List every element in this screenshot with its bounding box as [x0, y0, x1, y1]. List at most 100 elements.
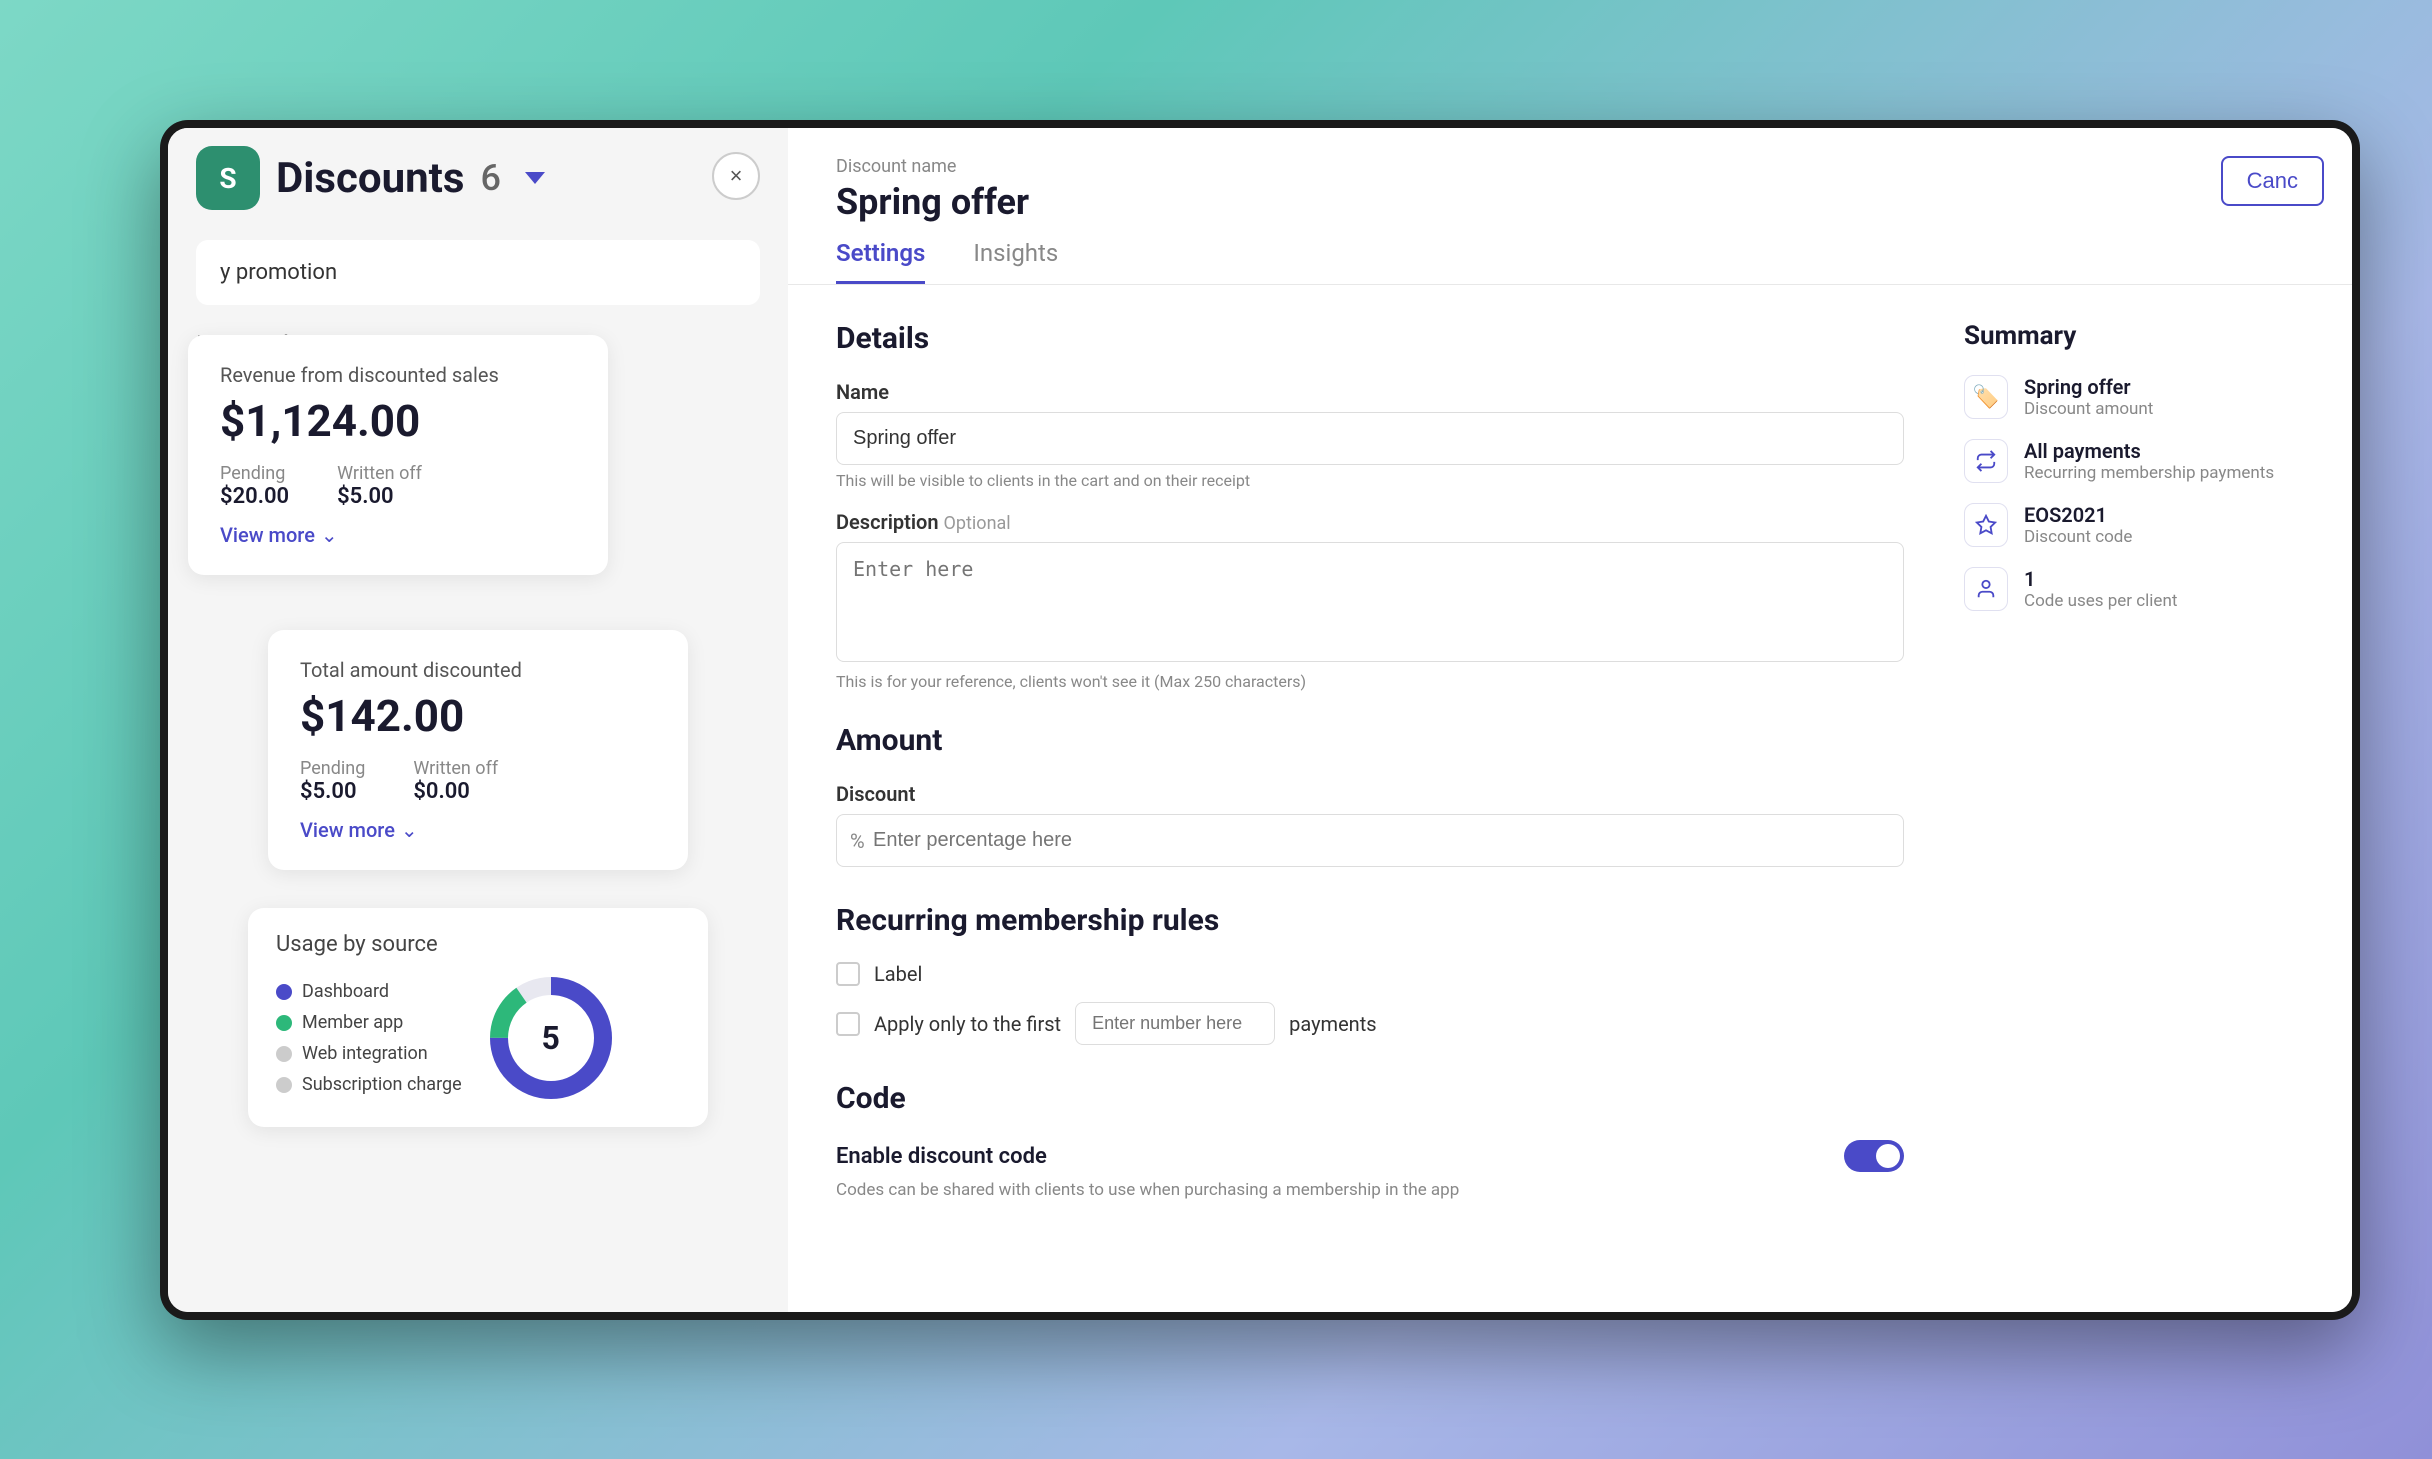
discounts-bar: S Discounts 6 ×: [168, 128, 788, 228]
close-button[interactable]: ×: [712, 152, 760, 200]
pending-label-1: Pending: [220, 463, 289, 484]
legend-item-dashboard: Dashboard: [276, 981, 462, 1002]
toggle-label-text: Enable discount code: [836, 1144, 1047, 1169]
toggle-check-icon: ✓: [1886, 1147, 1898, 1163]
apply-checkbox-row: Apply only to the first payments: [836, 1002, 1904, 1045]
revenue-card-2-amount: $142.00: [300, 690, 656, 742]
enable-code-toggle[interactable]: ✓: [1844, 1140, 1904, 1172]
pending-amount-2: $5.00: [300, 779, 365, 804]
summary-eos-sub: Discount code: [2024, 527, 2132, 547]
recurring-section: Recurring membership rules Label Apply o…: [836, 903, 1904, 1045]
view-more-2[interactable]: View more ⌄: [300, 818, 656, 842]
discount-name-label: Discount name: [836, 156, 2304, 177]
dropdown-arrow-icon[interactable]: [525, 172, 545, 184]
summary-uses-main: 1: [2024, 567, 2177, 591]
legend-label-subscription: Subscription charge: [302, 1074, 462, 1095]
tab-insights[interactable]: Insights: [973, 239, 1058, 284]
discount-label: Discount: [836, 782, 1904, 806]
details-heading: Details: [836, 321, 1904, 356]
revenue-card-1: Revenue from discounted sales $1,124.00 …: [188, 335, 608, 575]
tabs: Settings Insights: [836, 239, 2304, 284]
summary-spring-main: Spring offer: [2024, 375, 2153, 399]
summary-repeat-icon: [1964, 439, 2008, 483]
summary-sparkle-icon: [1964, 503, 2008, 547]
written-off-amount-1: $5.00: [337, 484, 422, 509]
payments-suffix: payments: [1289, 1012, 1376, 1036]
donut-chart: 5: [486, 973, 616, 1103]
description-textarea[interactable]: [836, 542, 1904, 662]
cancel-button[interactable]: Canc: [2221, 156, 2324, 206]
name-input[interactable]: [836, 412, 1904, 465]
summary-item-all-payments-text: All payments Recurring membership paymen…: [2024, 439, 2274, 483]
detail-header: Discount name Spring offer Settings Insi…: [788, 128, 2352, 285]
description-label: Description Optional: [836, 510, 1904, 534]
usage-legend: Dashboard Member app Web integration: [276, 981, 462, 1095]
revenue-card-2: Total amount discounted $142.00 Pending …: [268, 630, 688, 870]
promo-item: y promotion: [196, 240, 760, 305]
legend-label-dashboard: Dashboard: [302, 981, 389, 1002]
summary-item-code-uses-text: 1 Code uses per client: [2024, 567, 2177, 611]
summary-item-code-uses: 1 Code uses per client: [1964, 567, 2304, 611]
summary-panel: Summary 🏷️ Spring offer Discount amount: [1964, 321, 2304, 1200]
summary-eos-main: EOS2021: [2024, 503, 2132, 527]
usage-content: Dashboard Member app Web integration: [276, 973, 680, 1103]
code-section: Code Enable discount code ✓ Codes can be…: [836, 1081, 1904, 1200]
name-form-group: Name This will be visible to clients in …: [836, 380, 1904, 490]
name-hint: This will be visible to clients in the c…: [836, 471, 1904, 490]
legend-dot-web: [276, 1046, 292, 1062]
summary-item-eos2021-text: EOS2021 Discount code: [2024, 503, 2132, 547]
summary-item-spring-offer-text: Spring offer Discount amount: [2024, 375, 2153, 419]
label-checkbox-row: Label: [836, 962, 1904, 986]
written-off-label-1: Written off: [337, 463, 422, 484]
left-content: S Discounts 6 × y promotion Fun Fridays: [168, 128, 788, 1312]
summary-person-icon: [1964, 567, 2008, 611]
donut-number: 5: [541, 1019, 559, 1057]
summary-payments-sub: Recurring membership payments: [2024, 463, 2274, 483]
percent-prefix-icon: %: [850, 829, 865, 853]
tablet-frame: S Discounts 6 × y promotion Fun Fridays: [160, 120, 2360, 1320]
toggle-text: Enable discount code: [836, 1144, 1047, 1169]
summary-uses-sub: Code uses per client: [2024, 591, 2177, 611]
written-off-amount-2: $0.00: [413, 779, 498, 804]
detail-body: Details Name This will be visible to cli…: [788, 285, 2352, 1236]
amount-section: Amount Discount %: [836, 723, 1904, 867]
toggle-row: Enable discount code ✓: [836, 1140, 1904, 1172]
summary-heading: Summary: [1964, 321, 2304, 351]
usage-card: Usage by source Dashboard Member app: [248, 908, 708, 1127]
discount-name-value: Spring offer: [836, 181, 2304, 223]
apply-checkbox-text: Apply only to the first: [874, 1012, 1061, 1036]
tab-settings[interactable]: Settings: [836, 239, 925, 284]
legend-dot-dashboard: [276, 984, 292, 1000]
left-panel: S Discounts 6 × y promotion Fun Fridays: [168, 128, 788, 1312]
pending-label-2: Pending: [300, 758, 365, 779]
toggle-hint-text: Codes can be shared with clients to use …: [836, 1180, 1904, 1200]
legend-dot-subscription: [276, 1077, 292, 1093]
detail-main: Details Name This will be visible to cli…: [836, 321, 1964, 1200]
pending-amount-1: $20.00: [220, 484, 289, 509]
summary-item-spring-offer: 🏷️ Spring offer Discount amount: [1964, 375, 2304, 419]
recurring-heading: Recurring membership rules: [836, 903, 1904, 938]
right-panel: Canc Discount name Spring offer Settings…: [788, 128, 2352, 1312]
discount-input[interactable]: [836, 814, 1904, 867]
amount-heading: Amount: [836, 723, 1904, 758]
legend-dot-member-app: [276, 1015, 292, 1031]
description-form-group: Description Optional This is for your re…: [836, 510, 1904, 691]
discount-form-group: Discount %: [836, 782, 1904, 867]
description-hint: This is for your reference, clients won'…: [836, 672, 1904, 691]
legend-item-web: Web integration: [276, 1043, 462, 1064]
view-more-1[interactable]: View more ⌄: [220, 523, 576, 547]
label-checkbox-text: Label: [874, 962, 922, 986]
discounts-heading: Discounts: [276, 154, 464, 203]
apply-checkbox[interactable]: [836, 1012, 860, 1036]
discount-field: %: [836, 814, 1904, 867]
written-off-label-2: Written off: [413, 758, 498, 779]
label-checkbox[interactable]: [836, 962, 860, 986]
revenue-card-1-title: Revenue from discounted sales: [220, 363, 576, 387]
legend-item-subscription: Subscription charge: [276, 1074, 462, 1095]
legend-label-member-app: Member app: [302, 1012, 403, 1033]
payments-row: Apply only to the first payments: [874, 1002, 1377, 1045]
summary-item-all-payments: All payments Recurring membership paymen…: [1964, 439, 2304, 483]
discounts-count: 6: [480, 157, 500, 199]
payments-number-input[interactable]: [1075, 1002, 1275, 1045]
tablet-screen: S Discounts 6 × y promotion Fun Fridays: [168, 128, 2352, 1312]
